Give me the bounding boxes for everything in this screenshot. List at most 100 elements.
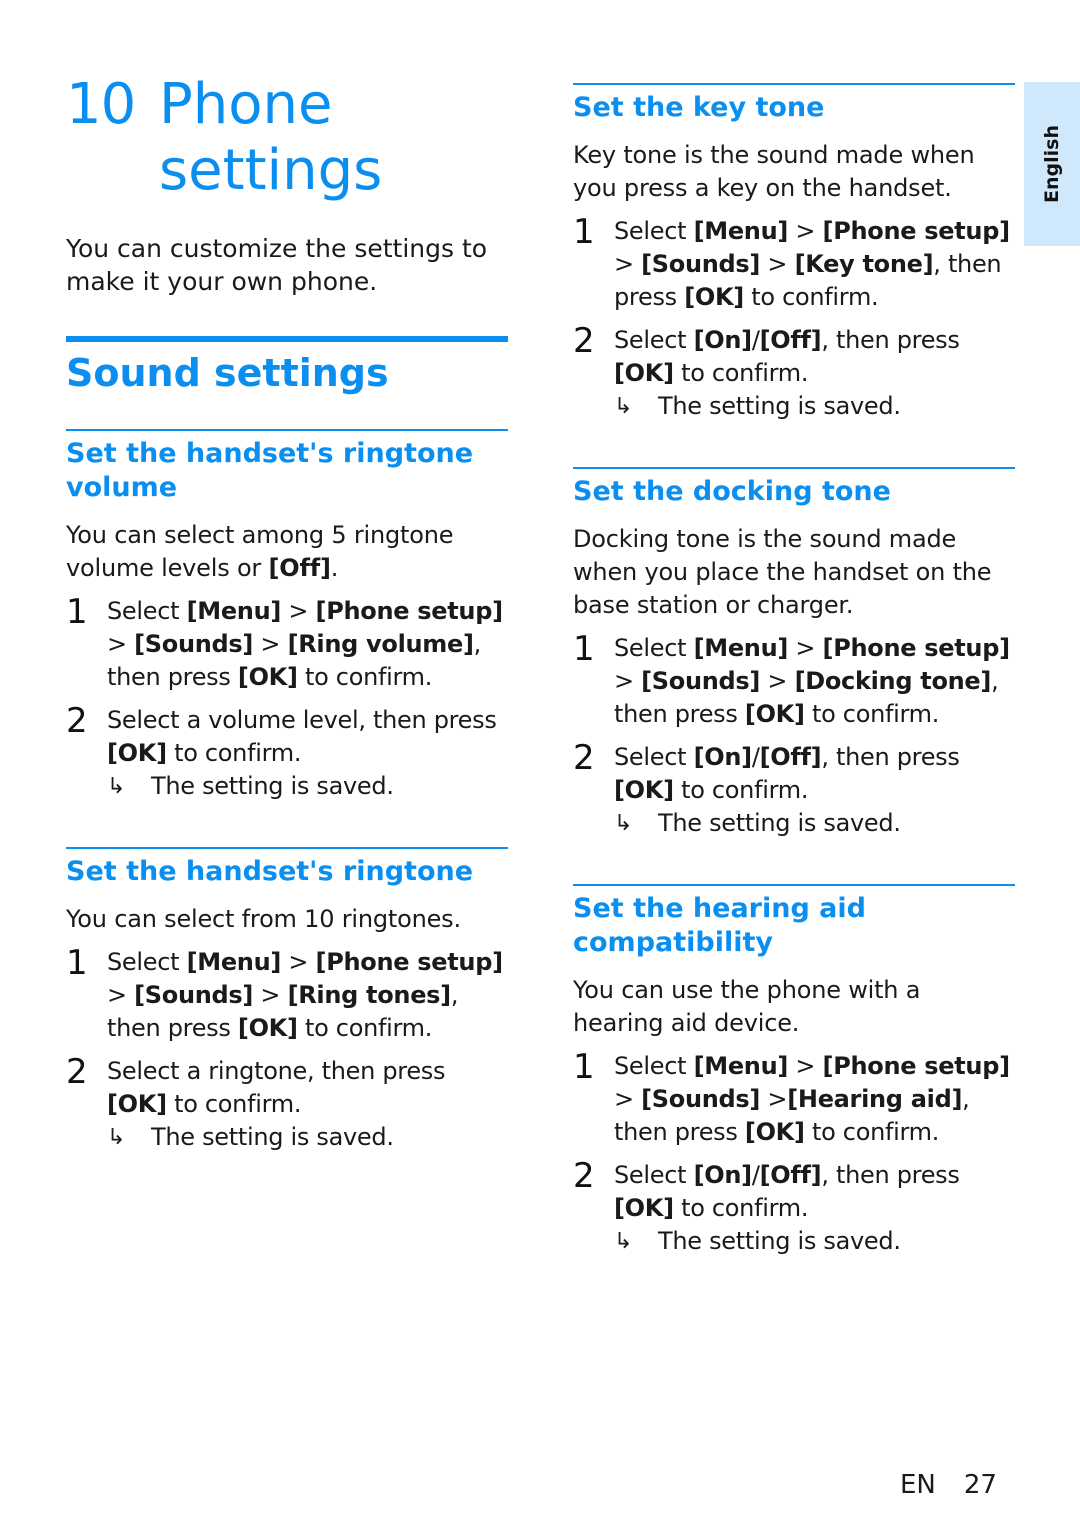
ui-term: [Sounds] (641, 667, 761, 695)
subsection-description: You can select from 10 ringtones. (66, 903, 508, 936)
ui-term: [Off] (759, 1161, 822, 1189)
ui-term: [Ring volume] (287, 630, 474, 658)
result-text: The setting is saved. (658, 809, 901, 837)
subsection-divider (66, 429, 508, 431)
ui-term: [OK] (744, 1118, 805, 1146)
text-run: / (751, 326, 760, 354)
subsection-title: Set the hearing aid compatibility (573, 893, 866, 958)
subsection-title: Set the handset's ringtone volume (66, 438, 474, 503)
text-run: > (760, 667, 795, 695)
subsection-title: Set the handset's ringtone (66, 856, 474, 887)
ui-term: [On] (693, 743, 753, 771)
subsection-description: You can select among 5 ringtone volume l… (66, 519, 508, 585)
ui-term: [Key tone] (794, 250, 934, 278)
language-tab-label: English (1041, 125, 1063, 203)
ui-term: [Phone setup] (315, 597, 504, 625)
text-run: to confirm. (166, 1090, 302, 1118)
subsection-divider (573, 83, 1015, 85)
text-run: Select a volume level, then press (107, 706, 497, 734)
subsection-docking-tone: Set the docking tone Docking tone is the … (573, 475, 1015, 840)
ui-term: [OK] (237, 1014, 298, 1042)
text-run: > (614, 250, 642, 278)
result-text: The setting is saved. (151, 772, 394, 800)
ui-term: [Phone setup] (315, 948, 504, 976)
step-number: 2 (573, 1156, 595, 1196)
subsection-title: Set the key tone (573, 92, 825, 123)
result-text: The setting is saved. (658, 392, 901, 420)
subsection-ringtone-volume: Set the handset's ringtone volume You can… (66, 437, 508, 803)
page-number: 27 (963, 1470, 997, 1500)
chapter-intro: You can customize the settings to make i… (66, 234, 488, 296)
ui-term: [Menu] (186, 948, 282, 976)
right-column: Set the key tone Key tone is the sound ma… (573, 83, 1015, 1258)
text-run: Docking tone is the sound made when you … (573, 525, 992, 619)
text-run: , then press (821, 743, 960, 771)
result-arrow-icon: ↳ (107, 1125, 126, 1150)
text-run: > (107, 630, 135, 658)
ui-term: [OK] (744, 700, 805, 728)
text-run: > (281, 597, 316, 625)
ui-term: [Menu] (186, 597, 282, 625)
step-result: ↳ The setting is saved. (107, 1121, 508, 1154)
text-run: You can select from 10 ringtones. (66, 905, 461, 933)
text-run: to confirm. (297, 1014, 433, 1042)
ui-term: [Off] (268, 554, 331, 582)
step-item: 2 Select a ringtone, then press [OK] to c… (66, 1053, 508, 1121)
subsection-description: You can use the phone with a hearing aid… (573, 974, 1015, 1040)
subsection-hearing-aid: Set the hearing aid compatibility You can… (573, 892, 1015, 1258)
result-arrow-icon: ↳ (107, 774, 126, 799)
result-arrow-icon: ↳ (614, 1229, 633, 1254)
text-run: > (788, 217, 823, 245)
text-run: > (281, 948, 316, 976)
step-item: 2 Select a volume level, then press [OK] … (66, 701, 508, 770)
text-run: to confirm. (166, 739, 302, 767)
result-arrow-icon: ↳ (614, 811, 633, 836)
chapter-title: Phone settings (159, 72, 383, 203)
ui-term: [Off] (759, 326, 822, 354)
step-result: ↳ The setting is saved. (614, 390, 1015, 423)
step-item: 1 Select [Menu] > [Phone setup] > [Sounds… (573, 630, 1015, 731)
step-item: 1 Select [Menu] > [Phone setup] > [Sounds… (66, 593, 508, 694)
step-number: 1 (66, 943, 88, 983)
step-number: 2 (66, 701, 88, 741)
text-run: You can use the phone with a hearing aid… (573, 976, 921, 1037)
text-run: > (107, 981, 135, 1009)
section-divider (66, 336, 508, 342)
text-run: > (253, 630, 288, 658)
page-footer: EN 27 (900, 1468, 997, 1502)
ui-term: [Sounds] (134, 630, 254, 658)
step-result: ↳ The setting is saved. (614, 807, 1015, 840)
step-result: ↳ The setting is saved. (614, 1225, 1015, 1258)
ui-term: [On] (693, 326, 753, 354)
ui-term: [Menu] (693, 217, 789, 245)
ui-term: [OK] (237, 663, 298, 691)
step-number: 2 (573, 321, 595, 361)
step-item: 2 Select [On]/[Off], then press [OK] to c… (573, 321, 1015, 390)
result-text: The setting is saved. (151, 1123, 394, 1151)
subsection-description: Docking tone is the sound made when you … (573, 523, 1015, 622)
text-run: Select (107, 597, 187, 625)
text-run: > (253, 981, 288, 1009)
text-run: to confirm. (673, 1194, 809, 1222)
ui-term: [On] (693, 1161, 753, 1189)
text-run: Select (614, 634, 694, 662)
ui-term: [OK] (107, 739, 167, 767)
subsection-divider (573, 884, 1015, 886)
text-run: Select (614, 743, 694, 771)
ui-term: [Menu] (693, 1052, 789, 1080)
text-run: to confirm. (804, 1118, 940, 1146)
ui-term: [Sounds] (134, 981, 254, 1009)
step-item: 1 Select [Menu] > [Phone setup] > [Sounds… (66, 943, 508, 1045)
section-title: Sound settings (66, 351, 389, 395)
footer-language: EN (900, 1470, 936, 1500)
ui-term: [OK] (107, 1090, 167, 1118)
step-number: 2 (573, 738, 595, 778)
text-run: / (751, 743, 760, 771)
text-run: to confirm. (804, 700, 940, 728)
text-run: > (788, 1052, 823, 1080)
ui-term: [Docking tone] (794, 667, 992, 695)
ui-term: [OK] (684, 283, 744, 311)
subsection-title: Set the docking tone (573, 476, 891, 507)
step-item: 1 Select [Menu] > [Phone setup] > [Sounds… (573, 213, 1015, 314)
text-run: > (614, 1085, 642, 1113)
